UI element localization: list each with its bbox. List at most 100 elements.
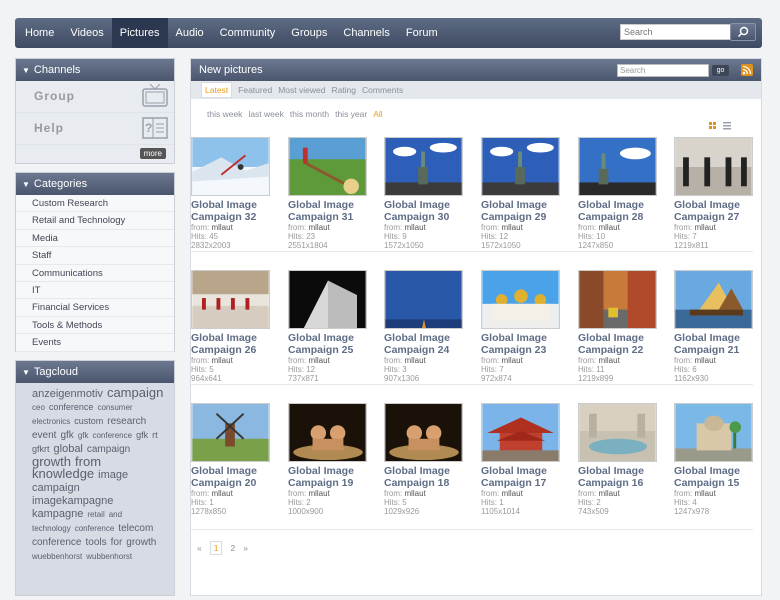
author-link[interactable]: mllaut — [598, 489, 619, 498]
tag-link[interactable]: retail — [87, 509, 104, 521]
picture-title[interactable]: Global Image Campaign 26 — [191, 332, 273, 356]
category-item[interactable]: Tools & Methods — [16, 316, 174, 335]
category-item[interactable]: Staff — [16, 247, 174, 265]
tag-link[interactable]: wubbenhorst — [86, 551, 132, 563]
more-button[interactable]: more — [139, 148, 166, 159]
author-link[interactable]: mllaut — [308, 356, 329, 365]
tag-link[interactable]: gfk — [60, 430, 73, 442]
picture-title[interactable]: Global Image Campaign 25 — [288, 332, 370, 356]
nav-item-community[interactable]: Community — [212, 18, 284, 48]
filter-this-month[interactable]: this month — [290, 109, 329, 119]
nav-item-pictures[interactable]: Pictures — [111, 18, 168, 48]
tag-link[interactable]: research — [107, 416, 146, 428]
picture-title[interactable]: Global Image Campaign 16 — [578, 465, 660, 489]
tag-link[interactable]: gfk — [78, 430, 89, 442]
nav-item-forum[interactable]: Forum — [398, 18, 446, 48]
picture-title[interactable]: Global Image Campaign 29 — [481, 199, 563, 223]
tab-featured[interactable]: Featured — [238, 85, 272, 95]
category-item[interactable]: Events — [16, 334, 174, 352]
nav-item-audio[interactable]: Audio — [168, 18, 212, 48]
author-link[interactable]: mllaut — [501, 356, 522, 365]
picture-thumbnail[interactable] — [481, 137, 560, 196]
tag-link[interactable]: anzeigenmotiv — [32, 388, 103, 400]
picture-title[interactable]: Global Image Campaign 18 — [384, 465, 466, 489]
picture-thumbnail[interactable] — [191, 403, 270, 462]
picture-thumbnail[interactable] — [674, 270, 753, 329]
nav-item-channels[interactable]: Channels — [335, 18, 397, 48]
picture-title[interactable]: Global Image Campaign 23 — [481, 332, 563, 356]
tab-rating[interactable]: Rating — [331, 85, 356, 95]
tag-link[interactable]: knowledge — [32, 467, 94, 480]
author-link[interactable]: mllaut — [694, 489, 715, 498]
tab-latest[interactable]: Latest — [201, 82, 233, 98]
picture-thumbnail[interactable] — [481, 270, 560, 329]
picture-thumbnail[interactable] — [288, 137, 367, 196]
filter-last-week[interactable]: last week — [248, 109, 283, 119]
picture-thumbnail[interactable] — [384, 403, 463, 462]
picture-title[interactable]: Global Image Campaign 27 — [674, 199, 756, 223]
tag-link[interactable]: conference — [75, 523, 115, 535]
pager-next[interactable]: » — [243, 543, 248, 553]
filter-this-year[interactable]: this year — [335, 109, 367, 119]
go-button[interactable]: go — [712, 65, 729, 76]
tag-link[interactable]: tools — [85, 537, 106, 549]
nav-item-groups[interactable]: Groups — [283, 18, 335, 48]
filter-this-week[interactable]: this week — [207, 109, 242, 119]
picture-title[interactable]: Global Image Campaign 28 — [578, 199, 660, 223]
picture-thumbnail[interactable] — [674, 137, 753, 196]
tag-link[interactable]: custom — [74, 415, 103, 427]
author-link[interactable]: mllaut — [404, 356, 425, 365]
tag-link[interactable]: rt — [152, 429, 158, 441]
picture-title[interactable]: Global Image Campaign 20 — [191, 465, 273, 489]
tab-comments[interactable]: Comments — [362, 85, 403, 95]
picture-thumbnail[interactable] — [578, 403, 657, 462]
list-view-icon[interactable] — [723, 122, 731, 130]
picture-title[interactable]: Global Image Campaign 22 — [578, 332, 660, 356]
picture-thumbnail[interactable] — [191, 270, 270, 329]
main-search-input[interactable]: Search — [617, 64, 709, 77]
author-link[interactable]: mllaut — [501, 223, 522, 232]
picture-title[interactable]: Global Image Campaign 31 — [288, 199, 370, 223]
tag-link[interactable]: campaign — [32, 482, 80, 494]
filter-all[interactable]: All — [373, 109, 382, 119]
categories-header[interactable]: ▼ Categories — [16, 173, 174, 195]
author-link[interactable]: mllaut — [501, 489, 522, 498]
category-item[interactable]: IT — [16, 281, 174, 300]
nav-item-videos[interactable]: Videos — [62, 18, 111, 48]
author-link[interactable]: mllaut — [211, 356, 232, 365]
pager-page[interactable]: 2 — [230, 543, 235, 553]
picture-thumbnail[interactable] — [578, 137, 657, 196]
picture-thumbnail[interactable] — [288, 270, 367, 329]
author-link[interactable]: mllaut — [404, 223, 425, 232]
top-search-input[interactable] — [620, 24, 740, 40]
picture-title[interactable]: Global Image Campaign 30 — [384, 199, 466, 223]
author-link[interactable]: mllaut — [308, 489, 329, 498]
tag-link[interactable]: imagekampagne — [32, 495, 113, 507]
grid-view-icon[interactable] — [709, 122, 716, 129]
channels-header[interactable]: ▼ Channels — [16, 59, 174, 81]
tag-link[interactable]: image — [98, 469, 128, 481]
tag-link[interactable]: campaign — [107, 386, 163, 399]
pager-page[interactable]: 1 — [209, 541, 223, 555]
picture-thumbnail[interactable] — [481, 403, 560, 462]
tag-link[interactable]: telecom — [118, 523, 153, 535]
picture-title[interactable]: Global Image Campaign 21 — [674, 332, 756, 356]
author-link[interactable]: mllaut — [211, 489, 232, 498]
tag-link[interactable]: ceo — [32, 402, 45, 414]
category-item[interactable]: Retail and Technology — [16, 212, 174, 230]
channel-item-help[interactable]: Help ? — [16, 113, 174, 145]
tag-link[interactable]: conference — [92, 430, 132, 442]
tag-link[interactable]: technology — [32, 523, 71, 535]
tagcloud-header[interactable]: ▼ Tagcloud — [16, 361, 174, 383]
tag-link[interactable]: wuebbenhorst — [32, 551, 82, 563]
picture-thumbnail[interactable] — [191, 137, 270, 196]
nav-item-home[interactable]: Home — [17, 18, 62, 48]
tab-most-viewed[interactable]: Most viewed — [278, 85, 325, 95]
author-link[interactable]: mllaut — [694, 223, 715, 232]
category-item[interactable]: Custom Research — [16, 195, 174, 213]
tag-link[interactable]: kampagne — [32, 508, 83, 520]
top-search-button[interactable] — [730, 23, 756, 41]
tag-link[interactable]: conference — [49, 401, 94, 413]
author-link[interactable]: mllaut — [404, 489, 425, 498]
pager-prev[interactable]: « — [197, 543, 202, 553]
